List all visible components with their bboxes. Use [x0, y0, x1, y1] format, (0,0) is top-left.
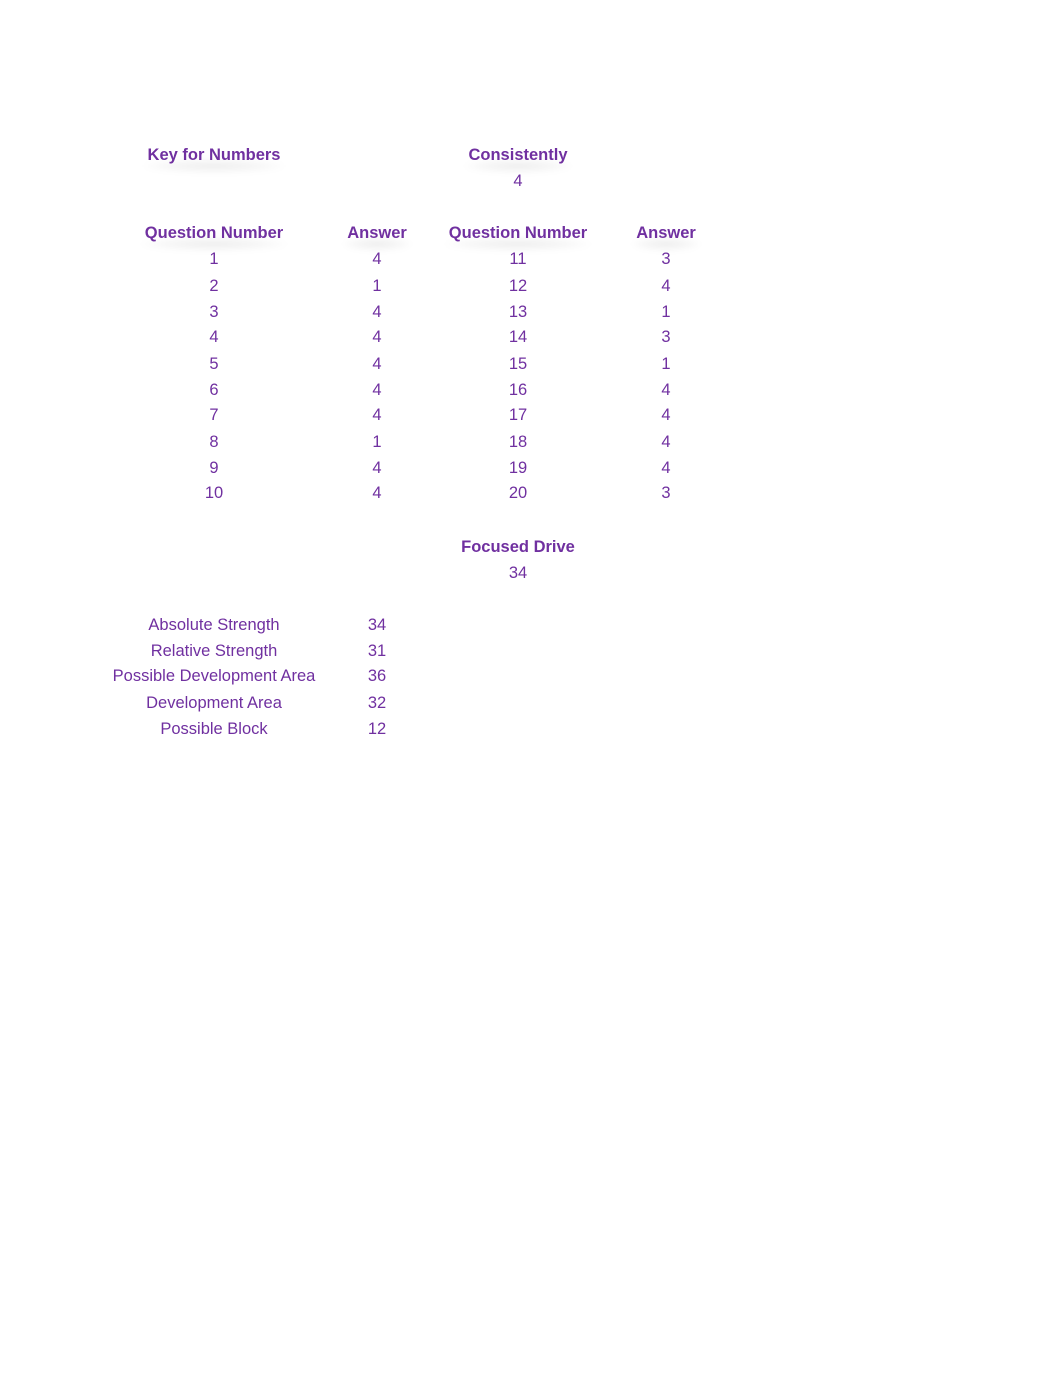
question-number-cell: 5	[209, 355, 219, 373]
answer-header-right: Answer	[636, 224, 696, 242]
question-number-cell: 4	[209, 328, 219, 346]
answer-cell: 1	[372, 433, 382, 451]
answer-cell: 4	[661, 459, 671, 477]
question-number-cell: 16	[508, 381, 528, 399]
question-number-cell: 14	[508, 328, 528, 346]
key-for-numbers-heading: Key for Numbers	[147, 146, 281, 164]
question-number-cell: 10	[204, 484, 224, 502]
question-number-cell: 1	[209, 250, 219, 268]
score-value: 31	[367, 642, 387, 660]
score-label: Possible Block	[160, 720, 268, 738]
answer-cell: 1	[661, 303, 671, 321]
question-number-header-right: Question Number	[448, 224, 588, 242]
question-number-cell: 19	[508, 459, 528, 477]
score-label: Absolute Strength	[148, 616, 280, 634]
answer-cell: 3	[661, 484, 671, 502]
question-number-header-left: Question Number	[144, 224, 284, 242]
question-number-cell: 20	[508, 484, 528, 502]
score-label: Development Area	[146, 694, 282, 712]
answer-cell: 3	[661, 250, 671, 268]
question-number-cell: 15	[508, 355, 528, 373]
question-number-cell: 7	[209, 406, 219, 424]
answer-cell: 1	[372, 277, 382, 295]
question-number-cell: 8	[209, 433, 219, 451]
answer-cell: 4	[372, 250, 382, 268]
focused-drive-heading: Focused Drive	[461, 538, 575, 556]
answer-cell: 3	[661, 328, 671, 346]
answer-cell: 4	[372, 381, 382, 399]
consistently-value: 4	[513, 172, 523, 190]
question-number-cell: 18	[508, 433, 528, 451]
question-number-cell: 3	[209, 303, 219, 321]
score-label: Relative Strength	[150, 642, 278, 660]
question-number-cell: 9	[209, 459, 219, 477]
answer-header-left: Answer	[347, 224, 407, 242]
answer-cell: 4	[661, 433, 671, 451]
question-number-cell: 2	[209, 277, 219, 295]
question-number-cell: 12	[508, 277, 528, 295]
score-value: 32	[367, 694, 387, 712]
answer-cell: 4	[372, 484, 382, 502]
answer-cell: 1	[661, 355, 671, 373]
question-number-cell: 17	[508, 406, 528, 424]
question-number-cell: 11	[509, 250, 527, 268]
answer-cell: 4	[372, 303, 382, 321]
answer-cell: 4	[661, 277, 671, 295]
score-value: 36	[367, 667, 387, 685]
answer-cell: 4	[372, 355, 382, 373]
score-value: 34	[367, 616, 387, 634]
answer-cell: 4	[661, 406, 671, 424]
score-value: 12	[367, 720, 387, 738]
question-number-cell: 13	[508, 303, 528, 321]
answer-cell: 4	[372, 406, 382, 424]
answer-cell: 4	[661, 381, 671, 399]
consistently-heading: Consistently	[468, 146, 568, 164]
answer-cell: 4	[372, 328, 382, 346]
question-number-cell: 6	[209, 381, 219, 399]
score-label: Possible Development Area	[112, 667, 316, 685]
focused-drive-value: 34	[508, 564, 528, 582]
answer-cell: 4	[372, 459, 382, 477]
